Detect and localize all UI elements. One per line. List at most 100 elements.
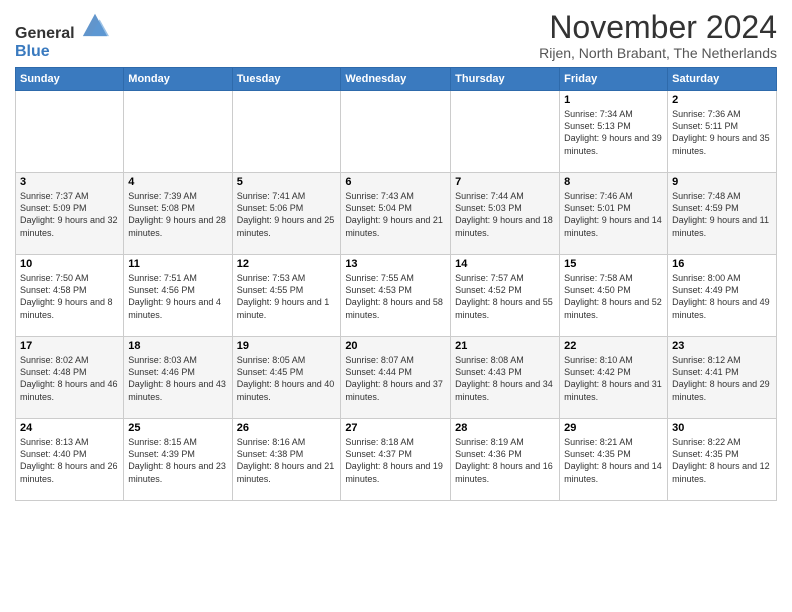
day-number: 10 [20, 258, 119, 270]
day-number: 20 [345, 340, 446, 352]
calendar-cell: 23 Sunrise: 8:12 AM Sunset: 4:41 PM Dayli… [668, 337, 777, 419]
calendar-cell [232, 91, 341, 173]
day-number: 24 [20, 422, 119, 434]
day-number: 14 [455, 258, 555, 270]
calendar-cell: 1 Sunrise: 7:34 AM Sunset: 5:13 PM Daylig… [560, 91, 668, 173]
day-number: 6 [345, 176, 446, 188]
month-title: November 2024 [539, 10, 777, 45]
day-number: 19 [237, 340, 337, 352]
day-info: Sunrise: 8:21 AM Sunset: 4:35 PM Dayligh… [564, 436, 663, 485]
day-info: Sunrise: 7:55 AM Sunset: 4:53 PM Dayligh… [345, 272, 446, 321]
calendar-header-row: Sunday Monday Tuesday Wednesday Thursday… [16, 68, 777, 91]
day-number: 15 [564, 258, 663, 270]
logo-blue: Blue [15, 43, 50, 60]
day-info: Sunrise: 7:37 AM Sunset: 5:09 PM Dayligh… [20, 190, 119, 239]
day-number: 30 [672, 422, 772, 434]
day-info: Sunrise: 8:03 AM Sunset: 4:46 PM Dayligh… [128, 354, 227, 403]
location-title: Rijen, North Brabant, The Netherlands [539, 45, 777, 61]
header-sunday: Sunday [16, 68, 124, 91]
day-number: 23 [672, 340, 772, 352]
day-info: Sunrise: 8:15 AM Sunset: 4:39 PM Dayligh… [128, 436, 227, 485]
calendar-week-row: 10 Sunrise: 7:50 AM Sunset: 4:58 PM Dayli… [16, 255, 777, 337]
calendar-cell: 26Sunrise: 8:16 AM Sunset: 4:38 PM Dayli… [232, 419, 341, 501]
day-info: Sunrise: 7:58 AM Sunset: 4:50 PM Dayligh… [564, 272, 663, 321]
calendar-cell: 18Sunrise: 8:03 AM Sunset: 4:46 PM Dayli… [124, 337, 232, 419]
day-info: Sunrise: 8:05 AM Sunset: 4:45 PM Dayligh… [237, 354, 337, 403]
calendar-cell: 2 Sunrise: 7:36 AM Sunset: 5:11 PM Daylig… [668, 91, 777, 173]
calendar-cell: 21Sunrise: 8:08 AM Sunset: 4:43 PM Dayli… [451, 337, 560, 419]
day-number: 2 [672, 94, 772, 106]
calendar-cell: 11Sunrise: 7:51 AM Sunset: 4:56 PM Dayli… [124, 255, 232, 337]
calendar-week-row: 1 Sunrise: 7:34 AM Sunset: 5:13 PM Daylig… [16, 91, 777, 173]
page-container: General Blue November 2024 Rijen, North … [0, 0, 792, 511]
header-tuesday: Tuesday [232, 68, 341, 91]
day-info: Sunrise: 8:18 AM Sunset: 4:37 PM Dayligh… [345, 436, 446, 485]
day-number: 27 [345, 422, 446, 434]
day-info: Sunrise: 8:19 AM Sunset: 4:36 PM Dayligh… [455, 436, 555, 485]
calendar-cell [451, 91, 560, 173]
header-friday: Friday [560, 68, 668, 91]
day-number: 1 [564, 94, 663, 106]
day-info: Sunrise: 7:48 AM Sunset: 4:59 PM Dayligh… [672, 190, 772, 239]
day-info: Sunrise: 8:07 AM Sunset: 4:44 PM Dayligh… [345, 354, 446, 403]
calendar-cell [16, 91, 124, 173]
calendar-cell: 20 Sunrise: 8:07 AM Sunset: 4:44 PM Dayli… [341, 337, 451, 419]
day-number: 17 [20, 340, 119, 352]
calendar-cell: 6 Sunrise: 7:43 AM Sunset: 5:04 PM Daylig… [341, 173, 451, 255]
calendar-cell: 24Sunrise: 8:13 AM Sunset: 4:40 PM Dayli… [16, 419, 124, 501]
day-info: Sunrise: 7:44 AM Sunset: 5:03 PM Dayligh… [455, 190, 555, 239]
logo: General Blue [15, 10, 109, 60]
day-info: Sunrise: 7:46 AM Sunset: 5:01 PM Dayligh… [564, 190, 663, 239]
calendar-table: Sunday Monday Tuesday Wednesday Thursday… [15, 67, 777, 501]
calendar-cell: 4Sunrise: 7:39 AM Sunset: 5:08 PM Daylig… [124, 173, 232, 255]
calendar-cell: 8 Sunrise: 7:46 AM Sunset: 5:01 PM Daylig… [560, 173, 668, 255]
calendar-cell [341, 91, 451, 173]
day-info: Sunrise: 7:34 AM Sunset: 5:13 PM Dayligh… [564, 108, 663, 157]
calendar-cell: 30 Sunrise: 8:22 AM Sunset: 4:35 PM Dayli… [668, 419, 777, 501]
calendar-week-row: 3 Sunrise: 7:37 AM Sunset: 5:09 PM Daylig… [16, 173, 777, 255]
calendar-cell: 5Sunrise: 7:41 AM Sunset: 5:06 PM Daylig… [232, 173, 341, 255]
day-number: 7 [455, 176, 555, 188]
day-number: 12 [237, 258, 337, 270]
day-number: 16 [672, 258, 772, 270]
calendar-cell: 14 Sunrise: 7:57 AM Sunset: 4:52 PM Dayli… [451, 255, 560, 337]
calendar-cell: 3 Sunrise: 7:37 AM Sunset: 5:09 PM Daylig… [16, 173, 124, 255]
header-wednesday: Wednesday [341, 68, 451, 91]
day-info: Sunrise: 8:12 AM Sunset: 4:41 PM Dayligh… [672, 354, 772, 403]
day-info: Sunrise: 7:39 AM Sunset: 5:08 PM Dayligh… [128, 190, 227, 239]
calendar-cell: 19 Sunrise: 8:05 AM Sunset: 4:45 PM Dayli… [232, 337, 341, 419]
calendar-cell: 10 Sunrise: 7:50 AM Sunset: 4:58 PM Dayli… [16, 255, 124, 337]
day-info: Sunrise: 8:00 AM Sunset: 4:49 PM Dayligh… [672, 272, 772, 321]
calendar-cell [124, 91, 232, 173]
day-info: Sunrise: 8:22 AM Sunset: 4:35 PM Dayligh… [672, 436, 772, 485]
day-info: Sunrise: 8:08 AM Sunset: 4:43 PM Dayligh… [455, 354, 555, 403]
day-number: 26 [237, 422, 337, 434]
page-header: General Blue November 2024 Rijen, North … [15, 10, 777, 61]
calendar-cell: 7 Sunrise: 7:44 AM Sunset: 5:03 PM Daylig… [451, 173, 560, 255]
calendar-cell: 17Sunrise: 8:02 AM Sunset: 4:48 PM Dayli… [16, 337, 124, 419]
logo-general: General [15, 25, 75, 42]
calendar-cell: 29 Sunrise: 8:21 AM Sunset: 4:35 PM Dayli… [560, 419, 668, 501]
day-info: Sunrise: 7:57 AM Sunset: 4:52 PM Dayligh… [455, 272, 555, 321]
day-info: Sunrise: 7:53 AM Sunset: 4:55 PM Dayligh… [237, 272, 337, 321]
calendar-cell: 28Sunrise: 8:19 AM Sunset: 4:36 PM Dayli… [451, 419, 560, 501]
day-number: 3 [20, 176, 119, 188]
day-number: 9 [672, 176, 772, 188]
day-number: 8 [564, 176, 663, 188]
day-info: Sunrise: 7:50 AM Sunset: 4:58 PM Dayligh… [20, 272, 119, 321]
day-info: Sunrise: 7:41 AM Sunset: 5:06 PM Dayligh… [237, 190, 337, 239]
calendar-cell: 25Sunrise: 8:15 AM Sunset: 4:39 PM Dayli… [124, 419, 232, 501]
header-saturday: Saturday [668, 68, 777, 91]
day-number: 13 [345, 258, 446, 270]
day-info: Sunrise: 8:10 AM Sunset: 4:42 PM Dayligh… [564, 354, 663, 403]
day-info: Sunrise: 7:43 AM Sunset: 5:04 PM Dayligh… [345, 190, 446, 239]
calendar-cell: 12 Sunrise: 7:53 AM Sunset: 4:55 PM Dayli… [232, 255, 341, 337]
logo-text: General Blue [15, 10, 109, 60]
calendar-cell: 22 Sunrise: 8:10 AM Sunset: 4:42 PM Dayli… [560, 337, 668, 419]
day-info: Sunrise: 7:36 AM Sunset: 5:11 PM Dayligh… [672, 108, 772, 157]
day-number: 29 [564, 422, 663, 434]
day-number: 22 [564, 340, 663, 352]
header-monday: Monday [124, 68, 232, 91]
logo-icon [81, 10, 109, 38]
calendar-cell: 16 Sunrise: 8:00 AM Sunset: 4:49 PM Dayli… [668, 255, 777, 337]
